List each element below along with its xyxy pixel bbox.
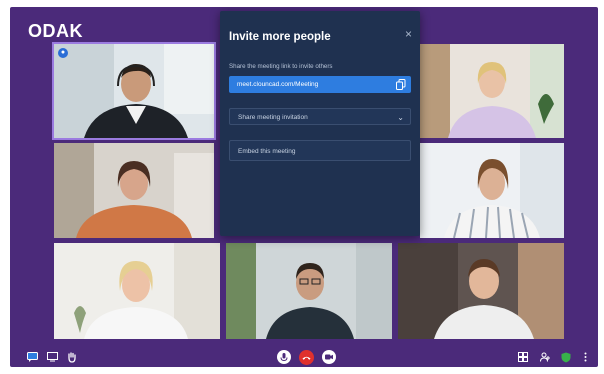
raise-hand-icon[interactable] [65, 350, 79, 364]
app-logo: ODAK [28, 21, 83, 41]
meeting-window: ODAK ● Invite more people × Share the me… [10, 7, 598, 367]
participant-video [54, 44, 214, 138]
participants-icon[interactable] [538, 350, 552, 364]
meeting-link-field[interactable]: meet.clouncad.com/Meeting [229, 76, 411, 93]
tile-man-headset[interactable]: ● [52, 42, 216, 140]
chevron-down-icon: ⌄ [397, 113, 404, 122]
invite-dialog: Invite more people × Share the meeting l… [220, 11, 420, 236]
security-shield-icon[interactable] [559, 350, 573, 364]
tile-woman-striped-shirt[interactable] [420, 143, 564, 238]
dialog-title: Invite more people [229, 31, 331, 43]
meeting-toolbar [10, 347, 598, 367]
share-invitation-label: Share meeting invitation [238, 114, 308, 121]
more-options-icon[interactable] [580, 350, 590, 364]
chat-icon[interactable] [25, 350, 39, 364]
embed-meeting-button[interactable]: Embed this meeting [229, 140, 411, 161]
participant-video [54, 143, 214, 238]
participant-video [226, 243, 392, 339]
participant-video [398, 243, 564, 339]
invite-hint-text: Share the meeting link to invite others [229, 63, 333, 70]
tile-view-icon[interactable] [516, 350, 530, 364]
active-speaker-badge: ● [58, 48, 68, 58]
tile-woman-blonde-office[interactable] [420, 44, 564, 138]
tile-man-white-shirt[interactable] [398, 243, 564, 339]
camera-icon[interactable] [321, 350, 337, 364]
copy-icon[interactable] [396, 79, 406, 90]
tile-woman-orange-top[interactable] [54, 143, 214, 238]
tile-woman-older-blonde[interactable] [54, 243, 220, 339]
tile-man-glasses[interactable] [226, 243, 392, 339]
microphone-icon[interactable] [276, 350, 292, 364]
close-icon[interactable]: × [405, 27, 412, 41]
participant-video [54, 243, 220, 339]
share-invitation-dropdown[interactable]: Share meeting invitation ⌄ [229, 108, 411, 125]
participant-video [420, 143, 564, 238]
hangup-icon[interactable] [298, 349, 314, 365]
meeting-link-text: meet.clouncad.com/Meeting [237, 81, 319, 88]
embed-meeting-label: Embed this meeting [238, 148, 296, 155]
screen-share-icon[interactable] [45, 350, 59, 364]
participant-video [420, 44, 564, 138]
